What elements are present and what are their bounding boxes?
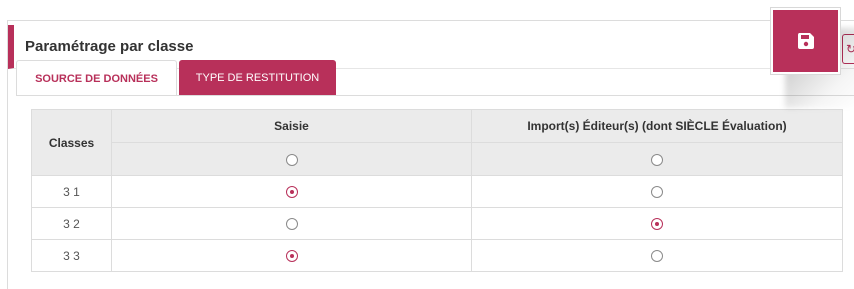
header-import: Import(s) Éditeur(s) (dont SIÈCLE Évalua… (471, 109, 843, 143)
import-radio[interactable] (651, 250, 663, 263)
select-all-saisie-cell (111, 142, 472, 176)
table-row: 3 2 (31, 207, 843, 240)
floppy-disk-icon (797, 33, 814, 49)
class-name-cell: 3 1 (31, 175, 112, 208)
header-classes: Classes (31, 109, 112, 176)
saisie-cell (111, 175, 472, 208)
tab-type-restitution[interactable]: TYPE DE RESTITUTION (179, 60, 336, 96)
class-name-cell: 3 3 (31, 239, 112, 272)
import-radio[interactable] (651, 218, 663, 231)
select-all-import-radio[interactable] (651, 153, 663, 166)
saisie-radio[interactable] (285, 250, 298, 263)
tab-divider (16, 95, 854, 96)
table-row: 3 1 (31, 175, 843, 208)
select-all-import-cell (471, 142, 843, 176)
header-saisie: Saisie (111, 109, 472, 143)
class-name-cell: 3 2 (31, 207, 112, 240)
saisie-radio[interactable] (285, 186, 298, 199)
import-cell (471, 239, 843, 272)
save-button[interactable] (771, 8, 840, 74)
saisie-cell (111, 239, 472, 272)
panel-title: Paramétrage par classe (25, 38, 194, 55)
table-row: 3 3 (31, 239, 843, 272)
tab-source-donnees[interactable]: SOURCE DE DONNÉES (16, 60, 177, 96)
class-source-table: Classes Saisie Import(s) Éditeur(s) (don… (31, 109, 843, 272)
import-radio[interactable] (651, 186, 663, 199)
saisie-cell (111, 207, 472, 240)
import-cell (471, 175, 843, 208)
saisie-radio[interactable] (285, 218, 298, 231)
select-all-saisie-radio[interactable] (285, 153, 298, 166)
import-cell (471, 207, 843, 240)
